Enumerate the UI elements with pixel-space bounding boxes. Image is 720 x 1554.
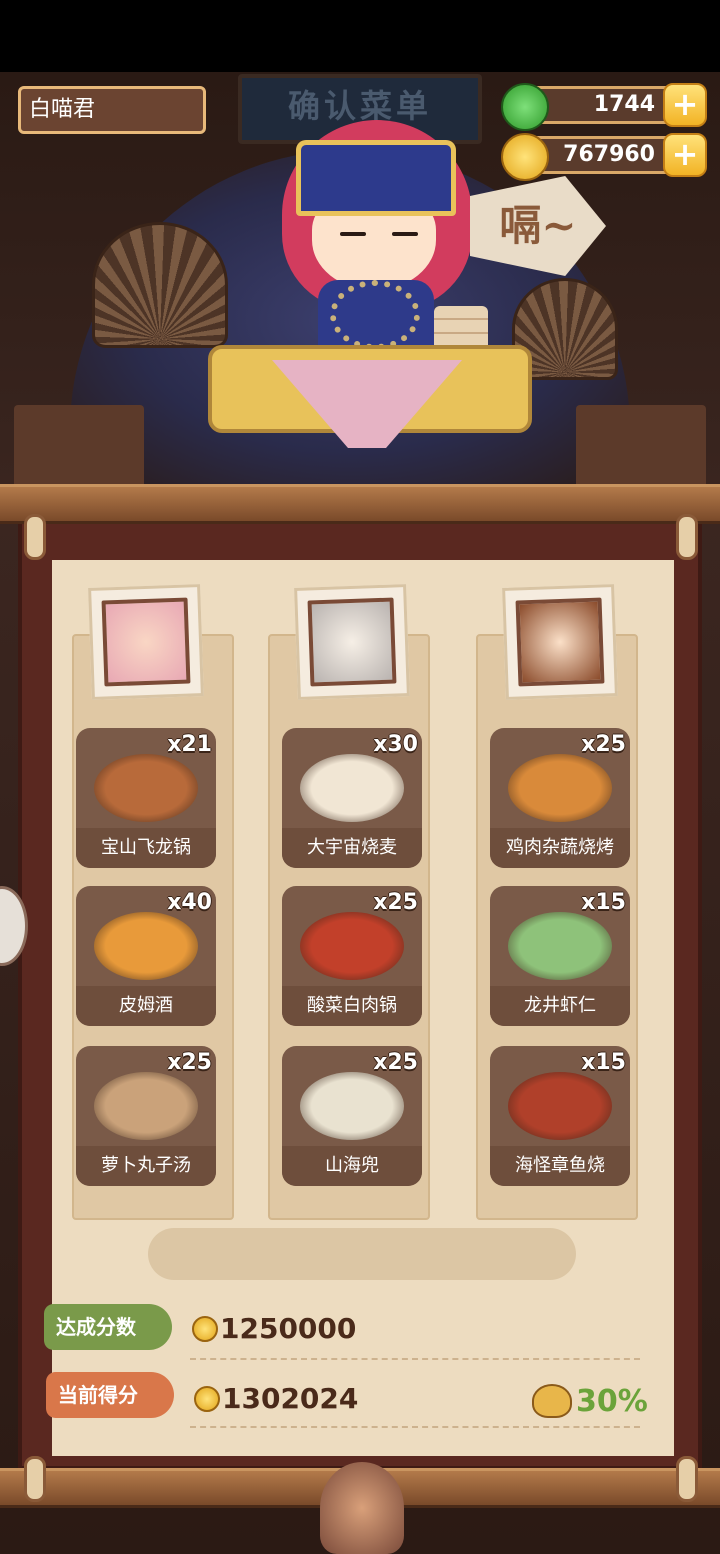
dish-count: x25 [167,1050,212,1075]
dish-icon [300,754,404,822]
dish-count: x40 [167,890,212,915]
dish-count: x21 [167,732,212,757]
dish-name: 龙井虾仁 [490,986,630,1026]
fence-left [14,405,144,495]
dish-icon [508,1072,612,1140]
dish-count: x30 [373,732,418,757]
rod-knob-tl [24,514,46,560]
dish-card[interactable]: x25 山海兜 [282,1046,422,1186]
dish-name: 萝卜丸子汤 [76,1146,216,1186]
dish-card[interactable]: x21 宝山飞龙锅 [76,728,216,868]
dish-card[interactable]: x40 皮姆酒 [76,886,216,1026]
divider [190,1426,640,1428]
current-score: 1302024 [194,1382,358,1415]
piggy-bank-icon [532,1384,572,1418]
dish-name: 鸡肉杂蔬烧烤 [490,828,630,868]
guest-portrait-3[interactable] [502,584,618,700]
bonus-percent: 30% [576,1384,648,1419]
prayer-beads [330,280,420,350]
dish-card[interactable]: x15 龙井虾仁 [490,886,630,1026]
target-score: 1250000 [192,1312,356,1345]
coin-icon [501,133,549,181]
dish-name: 酸菜白肉锅 [282,986,422,1026]
rod-knob-br [676,1456,698,1502]
jade-resource-bar: 1744 + [501,83,707,131]
target-score-value: 1250000 [220,1312,357,1345]
dish-card[interactable]: x30 大宇宙烧麦 [282,728,422,868]
dish-icon [300,912,404,980]
dish-icon [94,912,198,980]
dish-count: x25 [373,1050,418,1075]
dish-icon [94,754,198,822]
dish-name: 皮姆酒 [76,986,216,1026]
coin-value: 767960 [563,142,655,167]
add-jade-button[interactable]: + [663,83,707,127]
dish-name: 宝山飞龙锅 [76,828,216,868]
divider [190,1358,640,1360]
dish-card[interactable]: x25 鸡肉杂蔬烧烤 [490,728,630,868]
dish-icon [508,912,612,980]
rod-knob-tr [676,514,698,560]
knot-tassel [320,1462,404,1554]
dish-icon [300,1072,404,1140]
horned-girl-portrait [515,597,605,687]
dish-name: 海怪章鱼烧 [490,1146,630,1186]
target-score-tag: 达成分数 [44,1304,172,1350]
coin-icon [192,1316,218,1342]
guest-portrait-1[interactable] [88,584,204,700]
dish-name: 山海兜 [282,1146,422,1186]
fence-right [576,405,706,495]
dish-icon [508,754,612,822]
dish-name: 大宇宙烧麦 [282,828,422,868]
empty-slot-bar [148,1228,576,1280]
current-score-value: 1302024 [222,1382,359,1415]
dish-count: x15 [581,1050,626,1075]
character-eye-right [392,232,418,236]
coin-resource-bar: 767960 + [501,133,707,181]
dish-count: x25 [581,732,626,757]
dish-icon [94,1072,198,1140]
dish-count: x25 [373,890,418,915]
fan-left [92,222,228,348]
guest-portrait-2[interactable] [294,584,410,700]
jade-value: 1744 [593,92,655,117]
rabbit-hood-girl-portrait [101,597,191,687]
dish-count: x15 [581,890,626,915]
character-eye-left [340,232,366,236]
dish-card[interactable]: x15 海怪章鱼烧 [490,1046,630,1186]
current-score-tag: 当前得分 [46,1372,174,1418]
dish-card[interactable]: x25 酸菜白肉锅 [282,886,422,1026]
add-coins-button[interactable]: + [663,133,707,177]
white-hair-sage-portrait [307,597,397,687]
coin-icon [194,1386,220,1412]
jade-icon [501,83,549,131]
player-name-plate[interactable]: 白喵君 [18,86,206,134]
character-hat [296,140,456,216]
scroll-rod-top [0,484,720,524]
rod-knob-bl [24,1456,46,1502]
dish-card[interactable]: x25 萝卜丸子汤 [76,1046,216,1186]
